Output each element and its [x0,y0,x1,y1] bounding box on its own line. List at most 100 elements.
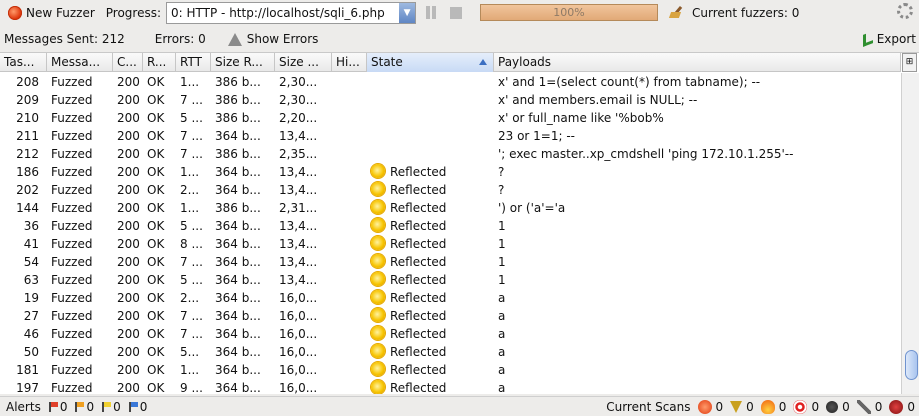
table-row[interactable]: 36 Fuzzed 200 OK 5 ... 364 b... 13,4... Reflect… [0,217,901,235]
cell-payload: a [498,291,506,305]
table-row[interactable]: 50 Fuzzed 200 OK 5... 364 b... 16,0... Reflecte… [0,343,901,361]
cell-highest-alert [332,145,367,163]
show-errors-button[interactable]: Show Errors [247,32,319,46]
cell-size-body: 2,30... [279,75,318,89]
cell-size-body: 13,4... [279,237,318,251]
cell-rtt: 9 ... [180,381,203,394]
table-row[interactable]: 19 Fuzzed 200 OK 2... 364 b... 16,0... Reflecte… [0,289,901,307]
cell-highest-alert [332,253,367,271]
cell-payload: '; exec master..xp_cmdshell 'ping 172.10… [498,147,794,161]
fire-icon [760,399,775,414]
cell-task: 181 [16,363,39,377]
table-row[interactable]: 210 Fuzzed 200 OK 5 ... 386 b... 2,20... x' or … [0,109,901,127]
cell-code: 200 [117,165,140,179]
cell-code: 200 [117,291,140,305]
table-row[interactable]: 209 Fuzzed 200 OK 7 ... 386 b... 2,30... x' and… [0,91,901,109]
table-row[interactable]: 208 Fuzzed 200 OK 1... 386 b... 2,30... x' and … [0,73,901,91]
table-header: Tas... Messa... C... R... RTT Size R... … [0,53,901,72]
col-size-resp-header[interactable]: Size R... [211,53,275,72]
pause-icon[interactable] [426,6,438,19]
state-label: Reflected [390,381,447,394]
cell-code: 200 [117,183,140,197]
cell-size-body: 16,0... [279,291,318,305]
progress-select[interactable]: 0: HTTP - http://localhost/sqli_6.php ▼ [166,1,417,24]
cell-highest-alert [332,163,367,181]
cell-task: 36 [23,219,39,233]
progress-label: Progress: [105,5,162,20]
sort-ascending-icon [479,59,487,65]
col-message-type[interactable]: Messa... [47,53,113,72]
col-highest-alert[interactable]: Hi... [332,53,367,72]
scrollbar-thumb[interactable] [905,350,918,380]
cell-task: 27 [23,309,39,323]
col-payloads[interactable]: Payloads [494,53,901,72]
table-row[interactable]: 212 Fuzzed 200 OK 7 ... 386 b... 2,35... '; exe… [0,145,901,163]
cell-size-header: 386 b... [215,111,261,125]
cell-message-type: Fuzzed [51,165,93,179]
cell-size-body: 16,0... [279,381,318,394]
vertical-scrollbar[interactable] [901,73,919,394]
progress-select-value: 0: HTTP - http://localhost/sqli_6.php [171,5,385,20]
col-reason[interactable]: R... [143,53,176,72]
cell-rtt: 7 ... [180,309,203,323]
table-row[interactable]: 144 Fuzzed 200 OK 1... 386 b... 2,31... Reflect… [0,199,901,217]
cell-code: 200 [117,273,140,287]
column-chooser-icon[interactable]: ⊞ [902,53,917,72]
cell-rtt: 5... [180,345,200,359]
target-icon [793,399,808,414]
cell-state: Reflected [367,343,494,361]
table-row[interactable]: 197 Fuzzed 200 OK 9 ... 364 b... 16,0... Reflec… [0,379,901,394]
scan-count-active: 0 [715,399,724,414]
cell-reason: OK [147,255,165,269]
cell-reason: OK [147,129,165,143]
table-row[interactable]: 202 Fuzzed 200 OK 2... 364 b... 13,4... Reflect… [0,181,901,199]
state-label: Reflected [390,327,447,341]
table-row[interactable]: 63 Fuzzed 200 OK 5 ... 364 b... 13,4... Reflect… [0,271,901,289]
cell-state: Reflected [367,361,494,379]
export-button[interactable]: Export [862,31,916,47]
table-row[interactable]: 41 Fuzzed 200 OK 8 ... 364 b... 13,4... Reflect… [0,235,901,253]
col-rtt[interactable]: RTT [176,53,211,72]
cell-task: 202 [16,183,39,197]
table-row[interactable]: 46 Fuzzed 200 OK 7 ... 364 b... 16,0... Reflect… [0,325,901,343]
cell-size-body: 2,31... [279,201,318,215]
reflected-sun-icon [371,236,385,250]
cell-highest-alert [332,271,367,289]
state-label: Reflected [390,201,447,215]
cell-rtt: 5 ... [180,273,203,287]
cell-payload: 1 [498,237,506,251]
clean-fuzzers-icon[interactable] [670,6,686,20]
current-scans: Current Scans 0 0 0 0 0 0 0 [606,399,919,414]
cell-code: 200 [117,363,140,377]
chevron-down-icon[interactable]: ▼ [399,2,416,23]
cell-state [367,91,494,109]
cell-rtt: 2... [180,183,200,197]
table-row[interactable]: 186 Fuzzed 200 OK 1... 364 b... 13,4... Reflect… [0,163,901,181]
col-size-resp-body[interactable]: Size ... [275,53,332,72]
gear-icon[interactable] [897,3,913,19]
table-row[interactable]: 181 Fuzzed 200 OK 1... 364 b... 16,0... Reflect… [0,361,901,379]
alerts-label: Alerts [6,399,41,414]
cell-state: Reflected [367,307,494,325]
cell-size-body: 16,0... [279,309,318,323]
reflected-sun-icon [371,326,385,340]
cell-state: Reflected [367,181,494,199]
cell-payload: a [498,381,506,394]
table-row[interactable]: 54 Fuzzed 200 OK 7 ... 364 b... 13,4... Reflect… [0,253,901,271]
table-row[interactable]: 27 Fuzzed 200 OK 7 ... 364 b... 16,0... Reflect… [0,307,901,325]
new-fuzzer-button[interactable]: New Fuzzer [0,2,98,24]
cell-rtt: 8 ... [180,237,203,251]
col-code[interactable]: C... [113,53,143,72]
table-row[interactable]: 211 Fuzzed 200 OK 7 ... 364 b... 13,4... 23 or … [0,127,901,145]
cell-reason: OK [147,183,165,197]
cell-payload: ? [498,183,505,197]
cell-reason: OK [147,237,165,251]
col-task[interactable]: Tas... [0,53,47,72]
col-state[interactable]: State [367,53,494,72]
cell-size-header: 364 b... [215,327,261,341]
stop-icon[interactable] [450,6,463,19]
cell-code: 200 [117,129,140,143]
cell-state [367,109,494,127]
cell-highest-alert [332,109,367,127]
cell-size-header: 386 b... [215,75,261,89]
